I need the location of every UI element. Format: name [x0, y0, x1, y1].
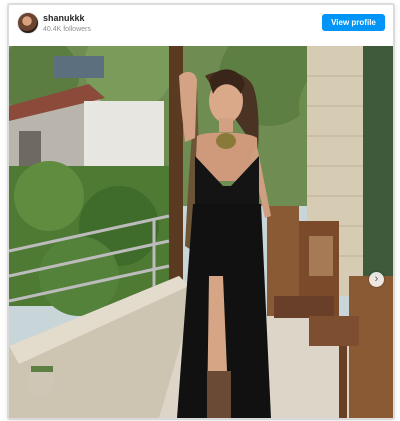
- post-photo-illustration: [9, 46, 393, 418]
- view-profile-button[interactable]: View profile: [322, 14, 385, 31]
- carousel-next-icon[interactable]: ›: [369, 272, 384, 287]
- profile-avatar[interactable]: [17, 12, 39, 34]
- post-photo[interactable]: ›: [9, 46, 393, 418]
- follower-count: 40.4K followers: [43, 26, 91, 33]
- instagram-embed-card: shanukkk 40.4K followers View profile ›: [8, 4, 394, 419]
- embed-header: shanukkk 40.4K followers View profile: [9, 5, 393, 46]
- profile-username[interactable]: shanukkk: [43, 13, 85, 23]
